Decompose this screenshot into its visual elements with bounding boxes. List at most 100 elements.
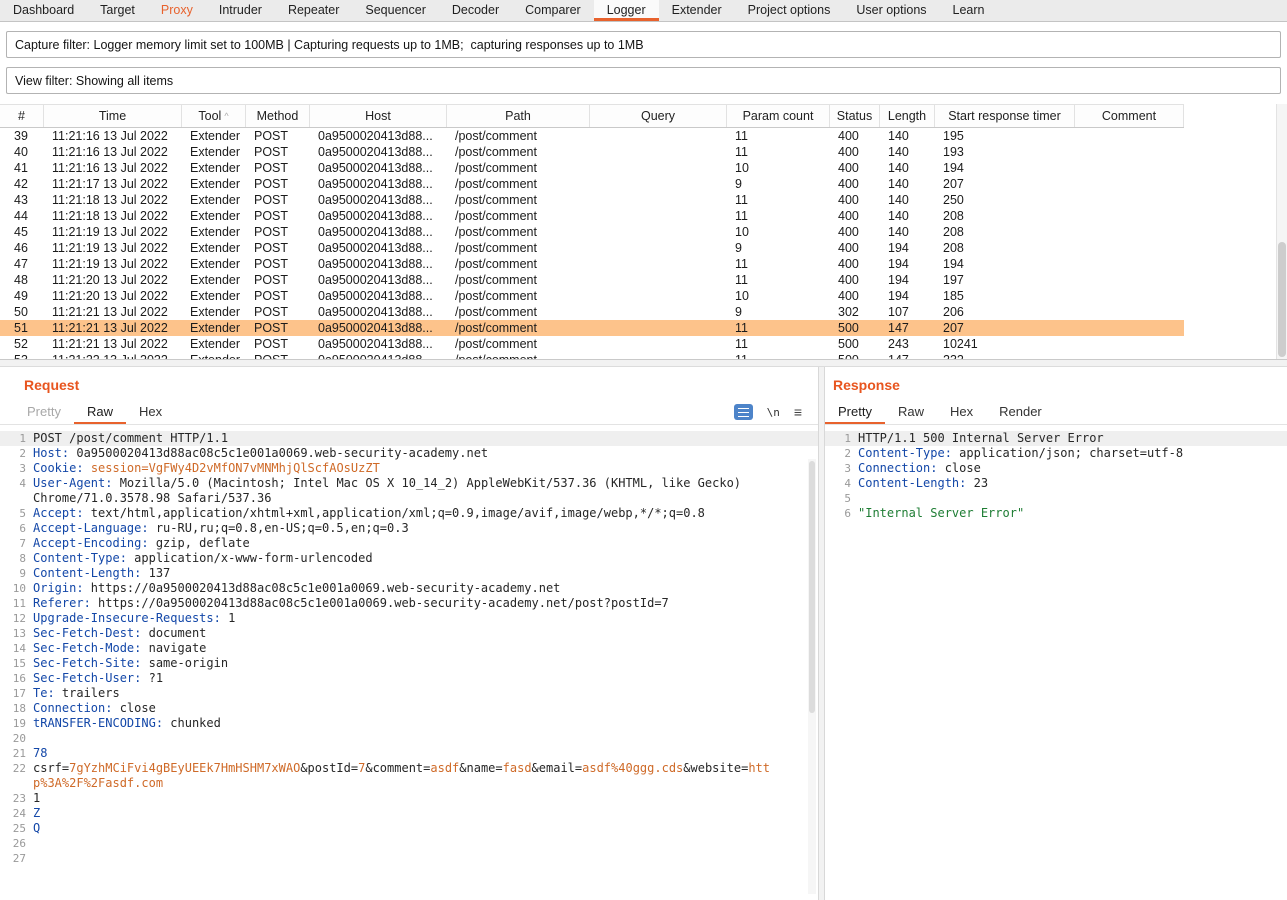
- request-tab-raw[interactable]: Raw: [74, 399, 126, 424]
- code-line[interactable]: 1POST /post/comment HTTP/1.1: [0, 431, 818, 446]
- log-row-47[interactable]: 4711:21:19 13 Jul 2022ExtenderPOST0a9500…: [0, 256, 1184, 272]
- table-cell: 43: [0, 193, 44, 207]
- log-row-49[interactable]: 4911:21:20 13 Jul 2022ExtenderPOST0a9500…: [0, 288, 1184, 304]
- column-header-query[interactable]: Query: [590, 105, 727, 127]
- code-line[interactable]: 8Content-Type: application/x-www-form-ur…: [0, 551, 818, 566]
- code-line-text: Accept-Language: ru-RU,ru;q=0.8,en-US;q=…: [33, 521, 818, 536]
- code-line[interactable]: 231: [0, 791, 818, 806]
- code-line[interactable]: 26: [0, 836, 818, 851]
- code-line[interactable]: 12Upgrade-Insecure-Requests: 1: [0, 611, 818, 626]
- column-header-method[interactable]: Method: [246, 105, 310, 127]
- log-row-40[interactable]: 4011:21:16 13 Jul 2022ExtenderPOST0a9500…: [0, 144, 1184, 160]
- log-row-46[interactable]: 4611:21:19 13 Jul 2022ExtenderPOST0a9500…: [0, 240, 1184, 256]
- capture-filter-bar[interactable]: Capture filter: Logger memory limit set …: [6, 31, 1281, 58]
- column-header-time[interactable]: Time: [44, 105, 182, 127]
- main-tab-proxy[interactable]: Proxy: [148, 0, 206, 21]
- code-line[interactable]: 7Accept-Encoding: gzip, deflate: [0, 536, 818, 551]
- response-tab-render[interactable]: Render: [986, 399, 1055, 424]
- code-line[interactable]: 9Content-Length: 137: [0, 566, 818, 581]
- main-tab-user-options[interactable]: User options: [843, 0, 939, 21]
- main-tab-intruder[interactable]: Intruder: [206, 0, 275, 21]
- response-editor[interactable]: 1HTTP/1.1 500 Internal Server Error2Cont…: [825, 425, 1287, 521]
- main-tab-sequencer[interactable]: Sequencer: [352, 0, 438, 21]
- main-tab-decoder[interactable]: Decoder: [439, 0, 512, 21]
- log-row-44[interactable]: 4411:21:18 13 Jul 2022ExtenderPOST0a9500…: [0, 208, 1184, 224]
- code-line[interactable]: 20: [0, 731, 818, 746]
- code-line[interactable]: 2Host: 0a9500020413d88ac08c5c1e001a0069.…: [0, 446, 818, 461]
- horizontal-splitter[interactable]: [0, 359, 1287, 367]
- column-header-comment[interactable]: Comment: [1075, 105, 1184, 127]
- log-row-41[interactable]: 4111:21:16 13 Jul 2022ExtenderPOST0a9500…: [0, 160, 1184, 176]
- log-row-39[interactable]: 3911:21:16 13 Jul 2022ExtenderPOST0a9500…: [0, 128, 1184, 144]
- table-vertical-scrollbar[interactable]: [1276, 104, 1287, 359]
- line-number: 2: [0, 446, 33, 461]
- code-line[interactable]: 24Z: [0, 806, 818, 821]
- log-row-50[interactable]: 5011:21:21 13 Jul 2022ExtenderPOST0a9500…: [0, 304, 1184, 320]
- column-header-tool[interactable]: Tool^: [182, 105, 246, 127]
- column-label: Start response timer: [948, 109, 1061, 123]
- code-line[interactable]: 18Connection: close: [0, 701, 818, 716]
- main-tab-dashboard[interactable]: Dashboard: [0, 0, 87, 21]
- code-line[interactable]: 17Te: trailers: [0, 686, 818, 701]
- log-row-53[interactable]: 5311:21:22 13 Jul 2022ExtenderPOST0a9500…: [0, 352, 1184, 359]
- panel-splitter[interactable]: [818, 367, 825, 900]
- code-line[interactable]: 1HTTP/1.1 500 Internal Server Error: [825, 431, 1287, 446]
- response-tab-hex[interactable]: Hex: [937, 399, 986, 424]
- column-header-path[interactable]: Path: [447, 105, 590, 127]
- column-header-length[interactable]: Length: [880, 105, 935, 127]
- main-tab-repeater[interactable]: Repeater: [275, 0, 352, 21]
- main-tab-comparer[interactable]: Comparer: [512, 0, 594, 21]
- log-row-42[interactable]: 4211:21:17 13 Jul 2022ExtenderPOST0a9500…: [0, 176, 1184, 192]
- code-line[interactable]: 10Origin: https://0a9500020413d88ac08c5c…: [0, 581, 818, 596]
- request-tab-hex[interactable]: Hex: [126, 399, 175, 424]
- log-row-45[interactable]: 4511:21:19 13 Jul 2022ExtenderPOST0a9500…: [0, 224, 1184, 240]
- request-scrollbar[interactable]: [808, 459, 816, 894]
- response-tab-raw[interactable]: Raw: [885, 399, 937, 424]
- column-header-host[interactable]: Host: [310, 105, 447, 127]
- code-line[interactable]: 6Accept-Language: ru-RU,ru;q=0.8,en-US;q…: [0, 521, 818, 536]
- main-tab-project-options[interactable]: Project options: [735, 0, 844, 21]
- column-header-param-count[interactable]: Param count: [727, 105, 830, 127]
- log-row-51[interactable]: 5111:21:21 13 Jul 2022ExtenderPOST0a9500…: [0, 320, 1184, 336]
- log-row-52[interactable]: 5211:21:21 13 Jul 2022ExtenderPOST0a9500…: [0, 336, 1184, 352]
- code-line[interactable]: 14Sec-Fetch-Mode: navigate: [0, 641, 818, 656]
- main-tab-extender[interactable]: Extender: [659, 0, 735, 21]
- log-row-43[interactable]: 4311:21:18 13 Jul 2022ExtenderPOST0a9500…: [0, 192, 1184, 208]
- code-line[interactable]: 19tRANSFER-ENCODING: chunked: [0, 716, 818, 731]
- log-row-48[interactable]: 4811:21:20 13 Jul 2022ExtenderPOST0a9500…: [0, 272, 1184, 288]
- code-line[interactable]: 2Content-Type: application/json; charset…: [825, 446, 1287, 461]
- main-tab-learn[interactable]: Learn: [940, 0, 998, 21]
- code-line[interactable]: 5Accept: text/html,application/xhtml+xml…: [0, 506, 818, 521]
- code-line[interactable]: 5: [825, 491, 1287, 506]
- code-line[interactable]: 2178: [0, 746, 818, 761]
- code-line[interactable]: 3Connection: close: [825, 461, 1287, 476]
- main-tab-target[interactable]: Target: [87, 0, 148, 21]
- response-tab-pretty[interactable]: Pretty: [825, 399, 885, 424]
- code-line-text: Content-Length: 137: [33, 566, 818, 581]
- code-line[interactable]: 3Cookie: session=VgFWy4D2vMfON7vMNMhjQlS…: [0, 461, 818, 476]
- view-filter-bar[interactable]: View filter: Showing all items: [6, 67, 1281, 94]
- code-line[interactable]: 6"Internal Server Error": [825, 506, 1287, 521]
- code-line-text: Content-Length: 23: [858, 476, 1287, 491]
- request-title: Request: [0, 367, 818, 398]
- soft-wrap-icon[interactable]: [734, 404, 753, 420]
- main-tab-logger[interactable]: Logger: [594, 0, 659, 21]
- scrollbar-thumb[interactable]: [1278, 242, 1286, 357]
- editor-menu-icon[interactable]: ≡: [794, 405, 802, 419]
- code-line[interactable]: 13Sec-Fetch-Dest: document: [0, 626, 818, 641]
- column-header-status[interactable]: Status: [830, 105, 880, 127]
- column-header-[interactable]: #: [0, 105, 44, 127]
- code-line[interactable]: 16Sec-Fetch-User: ?1: [0, 671, 818, 686]
- newline-marker-icon[interactable]: \n: [767, 406, 780, 419]
- code-line[interactable]: 11Referer: https://0a9500020413d88ac08c5…: [0, 596, 818, 611]
- column-header-start-response-timer[interactable]: Start response timer: [935, 105, 1075, 127]
- code-line[interactable]: 25Q: [0, 821, 818, 836]
- request-editor[interactable]: 1POST /post/comment HTTP/1.12Host: 0a950…: [0, 425, 818, 866]
- code-line[interactable]: 4User-Agent: Mozilla/5.0 (Macintosh; Int…: [0, 476, 818, 506]
- code-line[interactable]: 15Sec-Fetch-Site: same-origin: [0, 656, 818, 671]
- code-line[interactable]: 4Content-Length: 23: [825, 476, 1287, 491]
- code-line[interactable]: 27: [0, 851, 818, 866]
- request-scrollbar-thumb[interactable]: [809, 461, 815, 713]
- code-line[interactable]: 22csrf=7gYzhMCiFvi4gBEyUEEk7HmHSHM7xWAO&…: [0, 761, 818, 791]
- line-number: 13: [0, 626, 33, 641]
